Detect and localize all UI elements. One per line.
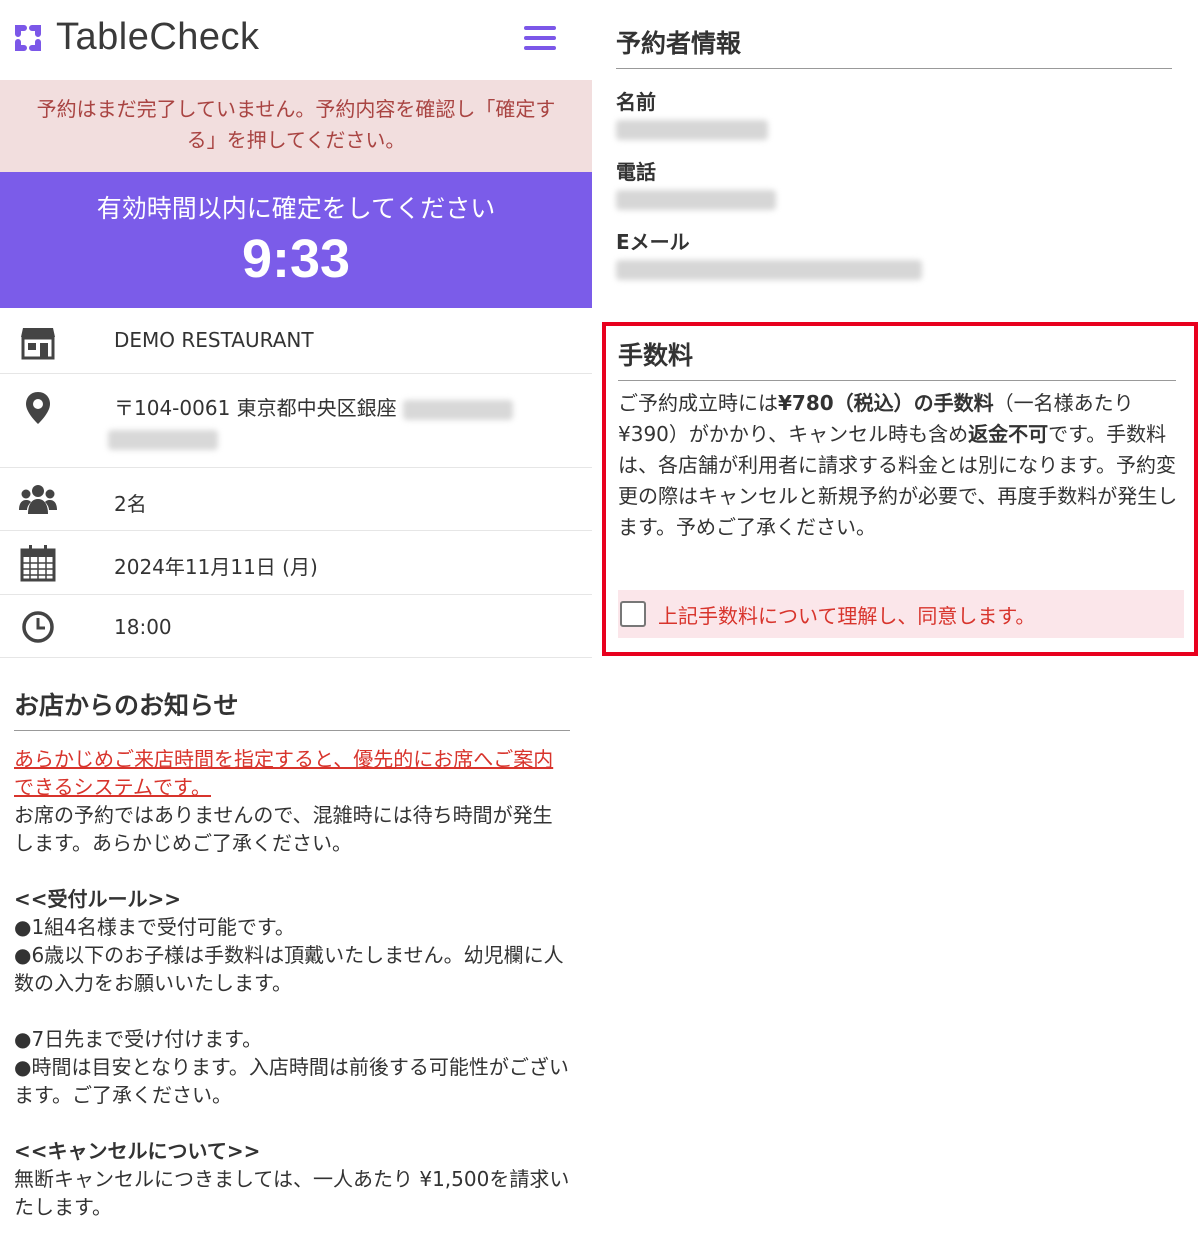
restaurant-row: DEMO RESTAURANT xyxy=(0,308,592,374)
time-row: 18:00 xyxy=(0,595,592,658)
notice-intro: お席の予約ではありませんので、混雑時には待ち時間が発生します。あらかじめご了承く… xyxy=(14,803,553,855)
phone-label: 電話 xyxy=(616,160,656,184)
fee-section: 手数料 ご予約成立時には¥780（税込）の手数料（一名様あたり ¥390）がかか… xyxy=(602,322,1198,656)
fee-text-a: ご予約成立時には xyxy=(618,391,778,415)
party-size: 2名 xyxy=(114,492,147,516)
warning-line-1: 予約はまだ完了していません。予約内容を確認し「確定す xyxy=(36,97,556,121)
address-redacted-2 xyxy=(108,429,218,450)
users-icon xyxy=(19,485,57,514)
party-size-row: 2名 xyxy=(0,468,592,531)
notice-highlight: あらかじめご来店時間を指定すると、優先的にお席へご案内できるシステムです。 xyxy=(14,747,554,799)
map-pin-icon xyxy=(26,392,50,424)
calendar-icon xyxy=(20,545,56,582)
tablecheck-logo-icon xyxy=(15,24,41,51)
notice-title: お店からのお知らせ xyxy=(14,686,570,731)
logo-text: TableCheck xyxy=(56,16,260,58)
fee-agreement[interactable]: 上記手数料について理解し、同意します。 xyxy=(618,590,1184,638)
cancel-heading: <<キャンセルについて>> xyxy=(14,1139,261,1163)
reservation-time: 18:00 xyxy=(114,615,172,639)
address-text: 〒104-0061 東京都中央区銀座 xyxy=(114,396,397,420)
non-refundable: 返金不可 xyxy=(968,422,1049,446)
store-icon xyxy=(21,328,55,360)
cancel-text: 無断キャンセルにつきましては、一人あたり ¥1,500を請求いたします。 xyxy=(14,1167,570,1219)
notice-body: あらかじめご来店時間を指定すると、優先的にお席へご案内できるシステムです。 お席… xyxy=(14,745,570,1221)
phone-value-redacted xyxy=(616,190,776,210)
incomplete-warning: 予約はまだ完了していません。予約内容を確認し「確定す る」を押してください。 xyxy=(0,80,592,172)
rule-1: ●1組4名様まで受付可能です。 xyxy=(14,915,295,939)
address-row: 〒104-0061 東京都中央区銀座 xyxy=(0,374,592,468)
address-line: 〒104-0061 東京都中央区銀座 xyxy=(114,392,514,421)
rule-3: ●7日先まで受け付けます。 xyxy=(14,1027,263,1051)
rule-4: ●時間は目安となります。入店時間は前後する可能性がございます。ご了承ください。 xyxy=(14,1055,569,1107)
timer-banner: 有効時間以内に確定をしてください 9:33 xyxy=(0,172,592,308)
fee-title: 手数料 xyxy=(618,336,1176,381)
booker-panel: 予約者情報 名前 電話 Eメール 手数料 ご予約成立時には¥780（税込）の手数… xyxy=(600,0,1200,1238)
name-label: 名前 xyxy=(616,90,656,114)
header: TableCheck xyxy=(0,0,592,80)
agree-checkbox[interactable] xyxy=(620,601,646,627)
clock-icon xyxy=(22,611,54,643)
rule-2: ●6歳以下のお子様は手数料は頂戴いたしません。幼児欄に人数の入力をお願いいたしま… xyxy=(14,943,564,995)
date-row: 2024年11月11日 (月) xyxy=(0,531,592,595)
warning-line-2: る」を押してください。 xyxy=(186,128,406,152)
reservation-date: 2024年11月11日 (月) xyxy=(114,555,318,579)
fee-amount: ¥780（税込）の手数料 xyxy=(778,391,994,415)
address-line-2 xyxy=(108,426,218,450)
booker-info-title: 予約者情報 xyxy=(616,24,1172,69)
hamburger-menu-icon[interactable] xyxy=(524,26,556,52)
fee-description: ご予約成立時には¥780（税込）の手数料（一名様あたり ¥390）がかかり、キャ… xyxy=(618,388,1178,543)
restaurant-notice: お店からのお知らせ あらかじめご来店時間を指定すると、優先的にお席へご案内できる… xyxy=(14,686,570,1221)
address-redacted xyxy=(403,399,514,420)
reservation-summary-panel: TableCheck 予約はまだ完了していません。予約内容を確認し「確定す る」… xyxy=(0,0,592,1238)
restaurant-name: DEMO RESTAURANT xyxy=(114,328,314,352)
name-value-redacted xyxy=(616,120,768,140)
logo[interactable]: TableCheck xyxy=(10,16,260,59)
countdown-timer: 9:33 xyxy=(241,229,351,289)
rules-heading: <<受付ルール>> xyxy=(14,887,182,911)
agree-label[interactable]: 上記手数料について理解し、同意します。 xyxy=(658,600,1035,629)
email-value-redacted xyxy=(616,260,922,280)
email-label: Eメール xyxy=(616,230,690,254)
timer-message: 有効時間以内に確定をしてください xyxy=(96,194,496,223)
